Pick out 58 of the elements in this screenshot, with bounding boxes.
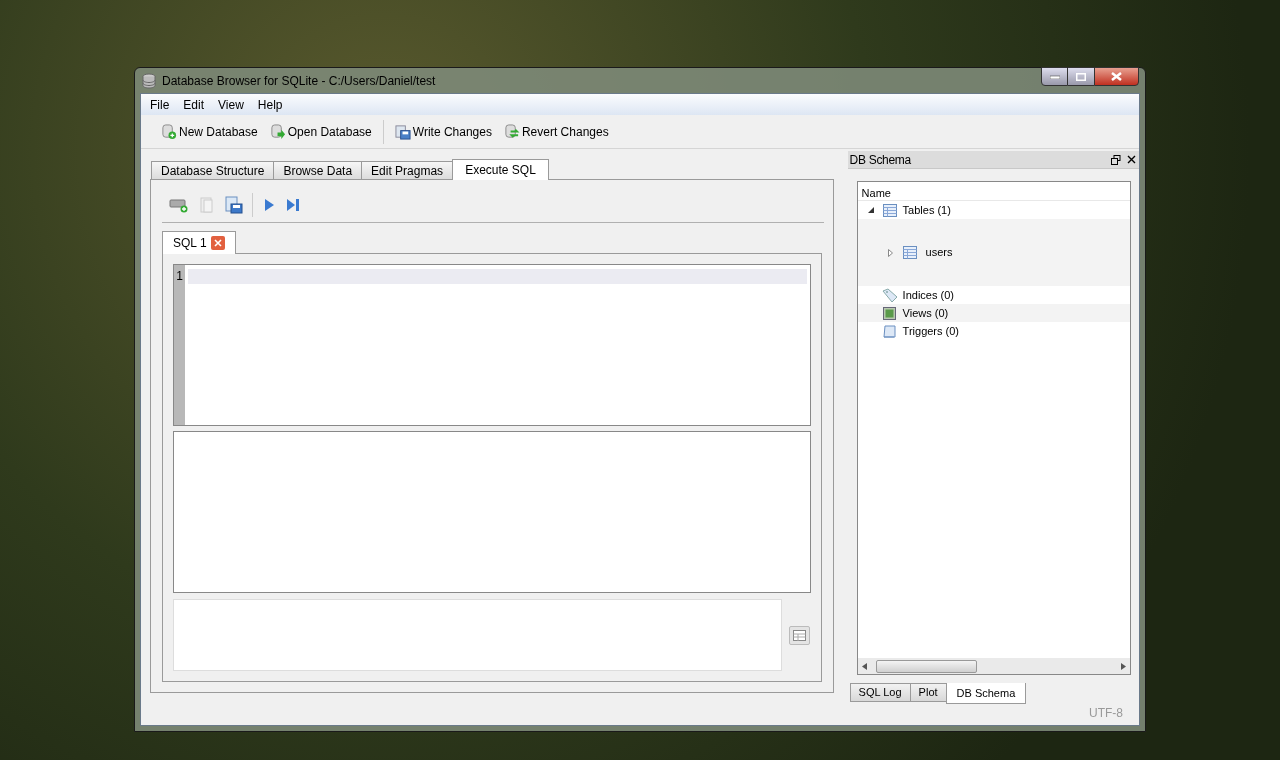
database-arrow-icon	[269, 123, 286, 140]
toolbar-button[interactable]: Write Changes	[390, 119, 496, 144]
float-icon[interactable]	[1111, 154, 1121, 165]
dock-title: DB Schema	[849, 151, 912, 169]
table-icon	[901, 245, 918, 260]
tree-item[interactable]: Tables (1)	[902, 201, 951, 219]
tree-item[interactable]: Views (0)	[902, 304, 949, 322]
save-icon	[394, 123, 411, 140]
execute-line-icon[interactable]	[285, 197, 301, 213]
toolbar-button[interactable]: New Database	[157, 119, 262, 144]
minimize-icon	[1049, 74, 1060, 79]
tab[interactable]: DB Schema	[945, 683, 1027, 704]
tree-item[interactable]: Indices (0)	[902, 286, 954, 304]
tab[interactable]: Browse Data	[273, 161, 363, 179]
close-button[interactable]	[1094, 67, 1139, 86]
close-tab-button[interactable]	[210, 236, 225, 250]
table-icon	[793, 629, 806, 641]
menu-item[interactable]: Edit	[176, 95, 212, 114]
tab[interactable]: Execute SQL	[452, 159, 549, 180]
scroll-right-icon[interactable]	[1120, 662, 1126, 670]
close-icon	[1111, 72, 1122, 81]
toolbar-button[interactable]: Open Database	[265, 119, 376, 144]
table-icon	[881, 202, 898, 218]
maximize-button[interactable]	[1068, 67, 1094, 86]
editor-tab[interactable]: SQL 1	[162, 231, 236, 254]
line-number: 1	[176, 269, 183, 284]
play-icon[interactable]	[262, 197, 276, 213]
tab[interactable]: SQL Log	[849, 683, 911, 702]
sql-editor[interactable]: 1	[173, 264, 811, 426]
tab-label: SQL 1	[173, 235, 207, 252]
database-icon	[141, 72, 157, 89]
menu-item[interactable]: View	[211, 95, 251, 114]
close-icon[interactable]	[1127, 155, 1136, 164]
close-icon	[213, 239, 222, 247]
tab[interactable]: Edit Pragmas	[361, 161, 454, 179]
toolbar-button[interactable]: Revert Changes	[499, 119, 613, 144]
maximize-icon	[1076, 72, 1086, 81]
scroll-left-icon[interactable]	[861, 662, 867, 670]
tree-item[interactable]: users	[925, 244, 953, 261]
tag-icon	[881, 287, 898, 303]
expand-arrow-icon[interactable]	[888, 248, 894, 257]
tab[interactable]: Plot	[909, 683, 947, 702]
collapse-arrow-icon[interactable]	[867, 207, 874, 213]
encoding-status: UTF-8	[1089, 705, 1123, 722]
window-title: Database Browser for SQLite - C:/Users/Daniel/test	[162, 72, 436, 90]
database-arrows-icon	[503, 123, 520, 140]
save-icon[interactable]	[225, 196, 243, 214]
menu-item[interactable]: File	[143, 95, 177, 114]
tab[interactable]: Database Structure	[151, 161, 275, 179]
scroll-thumb[interactable]	[875, 659, 977, 673]
database-add-icon	[161, 123, 177, 140]
menu-item[interactable]: Help	[250, 95, 290, 114]
tree-item[interactable]: Triggers (0)	[902, 322, 960, 340]
save-results-button[interactable]	[789, 625, 810, 645]
picture-icon	[881, 305, 898, 321]
minimize-button[interactable]	[1041, 67, 1068, 86]
horizontal-scrollbar[interactable]	[857, 658, 1130, 674]
scroll-icon	[881, 323, 898, 339]
